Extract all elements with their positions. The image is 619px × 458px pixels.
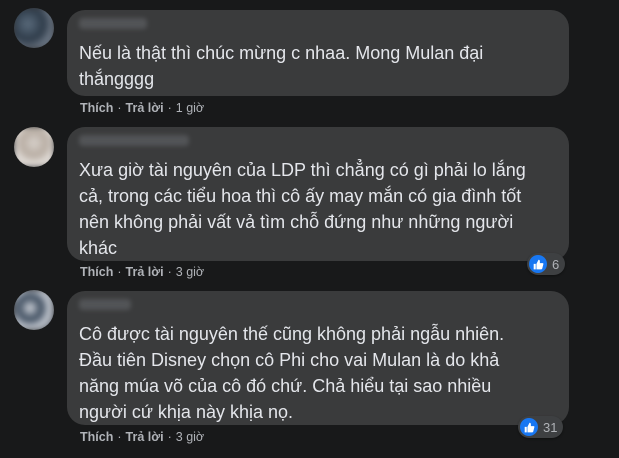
avatar[interactable] [14,127,54,167]
like-button[interactable]: Thích [80,430,113,444]
comments-section: Nếu là thật thì chúc mừng c nhaa. Mong M… [0,0,619,458]
separator: · [117,101,122,115]
separator: · [117,430,122,444]
separator: · [167,430,172,444]
reaction-summary[interactable]: 31 [518,416,564,438]
reaction-count: 31 [543,419,558,435]
like-button[interactable]: Thích [80,101,113,115]
like-icon [529,255,547,273]
comment-actions: Thích · Trả lời · 3 giờ [80,265,204,279]
separator: · [117,265,122,279]
author-name[interactable] [79,299,131,310]
comment-bubble: Xưa giờ tài nguyên của LDP thì chẳng có … [67,127,569,261]
like-button[interactable]: Thích [80,265,113,279]
comment-bubble: Nếu là thật thì chúc mừng c nhaa. Mong M… [67,10,569,96]
comment-text: Xưa giờ tài nguyên của LDP thì chẳng có … [79,160,526,258]
avatar[interactable] [14,290,54,330]
reaction-summary[interactable]: 6 [527,253,566,275]
like-icon [520,418,538,436]
timestamp[interactable]: 1 giờ [176,101,204,115]
separator: · [167,265,172,279]
author-name[interactable] [79,135,189,146]
reply-button[interactable]: Trả lời [126,265,164,279]
reply-button[interactable]: Trả lời [126,430,164,444]
comment-text: Nếu là thật thì chúc mừng c nhaa. Mong M… [79,43,484,89]
separator: · [167,101,172,115]
comment-bubble: Cô được tài nguyên thế cũng không phải n… [67,291,569,425]
comment-actions: Thích · Trả lời · 1 giờ [80,101,204,115]
author-name[interactable] [79,18,147,29]
comment-text: Cô được tài nguyên thế cũng không phải n… [79,324,505,422]
reply-button[interactable]: Trả lời [126,101,164,115]
comment-actions: Thích · Trả lời · 3 giờ [80,430,204,444]
reaction-count: 6 [552,256,560,272]
timestamp[interactable]: 3 giờ [176,430,204,444]
avatar[interactable] [14,8,54,48]
timestamp[interactable]: 3 giờ [176,265,204,279]
